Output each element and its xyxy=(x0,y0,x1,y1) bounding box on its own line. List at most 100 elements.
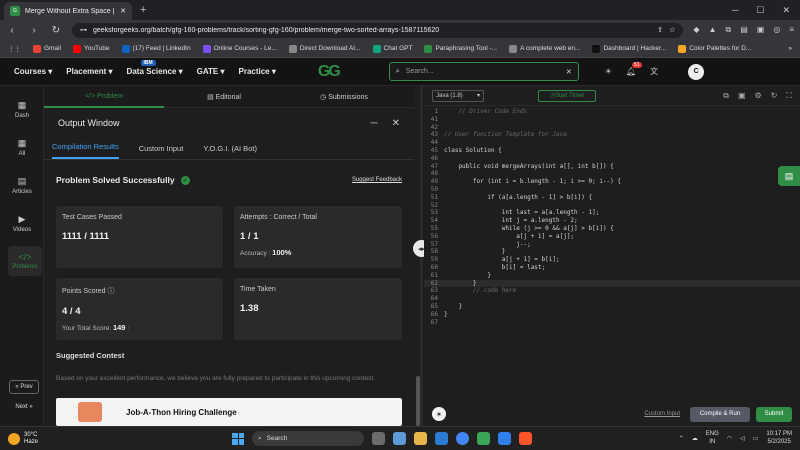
taskbar: 30°C Haze ⌕ Search ⌃ ☁ ENG IN ◠ ◁ ▭ 10:17 P… xyxy=(0,426,800,450)
tab-submissions[interactable]: ◷ Submissions xyxy=(284,93,404,101)
nav-courses[interactable]: Courses ▾ xyxy=(14,67,52,76)
rail-videos[interactable]: ▶ Videos xyxy=(0,214,44,233)
theme-toggle-icon[interactable]: ☀ xyxy=(605,67,612,76)
nav-data-science[interactable]: Data Science ▾ IBM xyxy=(127,60,183,76)
tab-problem[interactable]: </> Problem xyxy=(44,86,164,108)
copilot-icon[interactable] xyxy=(393,432,406,445)
nav-placement[interactable]: Placement ▾ xyxy=(66,67,112,76)
new-tab-icon[interactable]: + xyxy=(140,4,146,16)
all-bookmarks-icon[interactable]: » xyxy=(788,45,792,52)
file-explorer-icon[interactable] xyxy=(414,432,427,445)
store-icon[interactable] xyxy=(435,432,448,445)
bookmark-item[interactable]: Chat GPT xyxy=(372,44,412,53)
language-select[interactable]: Java (1.8) ▾ xyxy=(432,89,484,102)
chevron-up-icon[interactable]: ⌃ xyxy=(679,435,684,442)
bookmark-item[interactable]: (17) Feed | LinkedIn xyxy=(121,44,191,53)
bookmark-item[interactable]: Direct Download AI... xyxy=(288,44,361,53)
sidebar-icon[interactable]: ▤ xyxy=(740,25,748,35)
copy-icon[interactable]: ⧉ xyxy=(723,91,729,101)
site-info-icon[interactable]: ⊶ xyxy=(80,26,87,34)
tab-compilation-results[interactable]: Compilation Results xyxy=(52,142,119,159)
suggest-feedback-link[interactable]: Suggest Feedback xyxy=(352,177,402,183)
wallet-icon[interactable]: ▣ xyxy=(757,25,765,35)
clear-search-icon[interactable]: ✕ xyxy=(566,68,572,76)
cloud-icon[interactable]: ☁ xyxy=(692,435,698,442)
minimize-output-icon[interactable]: ─ xyxy=(371,118,378,129)
layout-icon[interactable]: ▣ xyxy=(738,91,746,101)
chrome-icon[interactable] xyxy=(456,432,469,445)
minimize-icon[interactable]: ─ xyxy=(732,5,738,16)
tab-yogi-ai-bot[interactable]: Y.O.G.I. (AI Bot) xyxy=(203,144,257,159)
share-icon[interactable]: ⇪ xyxy=(657,26,663,34)
settings-icon[interactable]: ⚙ xyxy=(755,91,762,101)
reset-icon[interactable]: ↻ xyxy=(771,91,778,101)
nav-practice[interactable]: Practice ▾ xyxy=(239,67,276,76)
volume-icon[interactable]: ◁ xyxy=(740,435,745,442)
brave-icon[interactable] xyxy=(519,432,532,445)
brave-shield-icon[interactable]: ◆ xyxy=(693,25,699,35)
avatar[interactable]: C xyxy=(688,63,705,80)
close-output-icon[interactable]: ✕ xyxy=(392,118,400,129)
bookmark-item[interactable]: Paraphrasing Tool -... xyxy=(424,44,497,53)
bookmark-item[interactable]: Dashboard | Hacker... xyxy=(592,44,666,53)
bookmark-item[interactable]: A complete web en... xyxy=(509,44,580,53)
submit-button[interactable]: Submit xyxy=(756,406,792,422)
app-icon[interactable] xyxy=(477,432,490,445)
fullscreen-icon[interactable]: ⛶ xyxy=(786,91,792,101)
menu-icon[interactable]: ≡ xyxy=(789,25,794,35)
rail-articles[interactable]: ▤ Articles xyxy=(0,176,44,195)
back-icon[interactable]: ‹ xyxy=(6,25,18,36)
chat-icon[interactable]: ▤ xyxy=(778,166,800,186)
bookmark-star-icon[interactable]: ☆ xyxy=(669,26,675,34)
custom-input-link[interactable]: Custom Input xyxy=(644,411,680,417)
start-timer-button[interactable]: ◷ Start Timer xyxy=(538,89,596,102)
rail-dash[interactable]: ▦ Dash xyxy=(0,100,44,119)
forward-icon[interactable]: › xyxy=(28,25,40,36)
tab-custom-input[interactable]: Custom Input xyxy=(139,144,184,159)
maximize-icon[interactable]: ☐ xyxy=(756,5,764,16)
vpn-icon[interactable]: ◎ xyxy=(773,25,780,35)
next-button[interactable]: Next » xyxy=(9,400,39,414)
line-number: 1 xyxy=(434,108,438,115)
rail-all[interactable]: ▦ All xyxy=(0,138,44,157)
clock[interactable]: 10:17 PM 5/2/2025 xyxy=(766,430,792,446)
language-icon[interactable]: 文 xyxy=(650,66,658,77)
weather-widget[interactable]: 30°C Haze xyxy=(8,432,38,446)
bookmark-item[interactable]: Color Palettes for D... xyxy=(678,44,751,53)
code-area[interactable]: 1 // Driver Code Ends 41 42 43// User funct… xyxy=(424,108,800,326)
bookmark-item[interactable]: YouTube xyxy=(72,44,110,53)
nav-gate[interactable]: GATE ▾ xyxy=(197,67,225,76)
taskbar-search[interactable]: ⌕ Search xyxy=(252,431,364,446)
windows-start-icon[interactable] xyxy=(232,432,244,445)
info-icon[interactable]: ⓘ xyxy=(108,288,115,295)
rail-problems[interactable]: </> Problems xyxy=(8,246,42,276)
reload-icon[interactable]: ↻ xyxy=(50,25,62,36)
close-tab-icon[interactable]: ✕ xyxy=(120,7,126,15)
apps-icon[interactable]: ⋮⋮ xyxy=(8,45,21,53)
browser-tab-active[interactable]: G Merge Without Extra Space | P ✕ xyxy=(4,2,132,20)
prev-button[interactable]: « Prev xyxy=(9,380,39,394)
compile-run-button[interactable]: Compile & Run xyxy=(690,406,750,422)
system-tray: ⌃ ☁ ENG IN ◠ ◁ ▭ 10:17 PM 5/2/2025 xyxy=(679,430,792,446)
tab-editorial[interactable]: ▤ Editorial xyxy=(164,93,284,101)
code-line: 64 xyxy=(424,295,800,303)
contest-card[interactable]: Job-A-Thon Hiring Challenge xyxy=(56,398,402,426)
wifi-icon[interactable]: ◠ xyxy=(727,435,732,442)
nav-label: Practice xyxy=(238,67,270,76)
notification-bell-icon[interactable]: 🔔︎ 51 xyxy=(626,62,642,76)
url-bar[interactable]: ⊶ geeksforgeeks.org/batch/gfg-160-proble… xyxy=(72,22,684,38)
gfg-logo-icon[interactable]: GG xyxy=(318,63,341,81)
task-view-icon[interactable] xyxy=(372,432,385,445)
bookmark-item[interactable]: Gmail xyxy=(33,44,61,53)
bookmark-item[interactable]: Online Courses - Le... xyxy=(202,44,277,53)
code-editor: Java (1.8) ▾ ◷ Start Timer ⧉ ▣ ⚙ ↻ ⛶ 1 //… xyxy=(424,86,800,426)
code-line: 41 xyxy=(424,116,800,124)
search-input[interactable]: ⌕ Search... ✕ xyxy=(388,62,579,81)
code-line: 49 for (int i = b.length - 1; i >= 0; i-… xyxy=(424,178,800,186)
lightbulb-icon[interactable]: ✶ xyxy=(432,407,446,421)
extensions-puzzle-icon[interactable]: ⧉ xyxy=(726,25,732,35)
app-icon-2[interactable] xyxy=(498,432,511,445)
battery-icon[interactable]: ▭ xyxy=(753,435,759,442)
close-window-icon[interactable]: ✕ xyxy=(782,5,790,16)
extension-icon[interactable]: ▲ xyxy=(709,25,717,35)
